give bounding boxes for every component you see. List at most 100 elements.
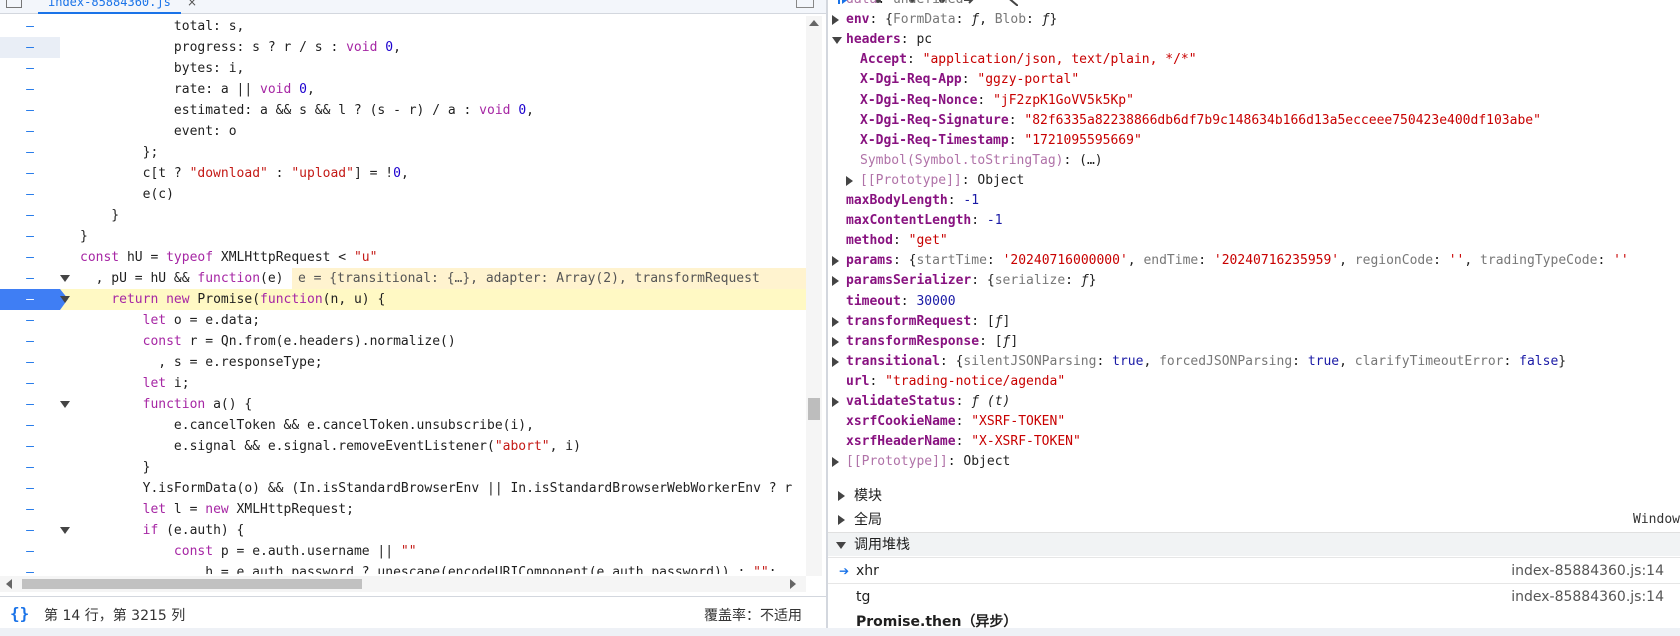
line-gutter[interactable]: – [0,457,60,478]
close-tab-icon[interactable]: × [187,0,197,9]
line-gutter[interactable]: – [0,268,60,289]
frame-location-link[interactable]: index-85884360.js:14 [1511,558,1664,585]
fold-triangle-icon[interactable] [60,296,70,303]
expand-triangle-icon[interactable] [832,276,839,287]
scope-property[interactable]: X-Dgi-Req-Nonce: "jF2zpK1GoVV5k5Kp" [828,91,1680,111]
line-gutter[interactable]: – [0,436,60,457]
fold-triangle-icon[interactable] [60,401,70,408]
breakpoint-marker[interactable]: – [0,289,68,310]
code-line[interactable]: – } [0,457,806,478]
scope-property[interactable]: xsrfCookieName: "XSRF-TOKEN" [828,412,1680,432]
code-line[interactable]: –} [0,226,806,247]
code-line[interactable]: – , h = e.auth.password ? unescape(encod… [0,562,806,574]
scope-property[interactable]: params: {startTime: '20240716000000', en… [828,251,1680,271]
line-gutter[interactable]: – [0,415,60,436]
line-gutter[interactable]: – [0,373,60,394]
collapse-triangle-icon[interactable] [836,542,846,549]
scope-property[interactable]: url: "trading-notice/agenda" [828,372,1680,392]
code-line[interactable]: – if (e.auth) { [0,520,806,541]
line-gutter[interactable]: – [0,142,60,163]
call-stack-frame[interactable]: tg index-85884360.js:14 [828,583,1680,610]
horizontal-scrollbar[interactable] [0,576,806,592]
line-gutter[interactable]: – [0,352,60,373]
code-line[interactable]: – total: s, [0,16,806,37]
scroll-right-icon[interactable] [790,579,796,589]
line-gutter[interactable]: – [0,37,60,58]
scope-property[interactable]: Accept: "application/json, text/plain, *… [828,50,1680,70]
scope-property[interactable]: maxContentLength: -1 [828,211,1680,231]
coverage-status[interactable]: 覆盖率：不适用 [704,605,802,625]
code-line[interactable]: – bytes: i, [0,58,806,79]
code-line[interactable]: – let l = new XMLHttpRequest; [0,499,806,520]
line-gutter[interactable]: – [0,226,60,247]
scope-property[interactable]: X-Dgi-Req-App: "ggzy-portal" [828,70,1680,90]
fold-triangle-icon[interactable] [60,527,70,534]
code-line[interactable]: – e.cancelToken && e.cancelToken.unsubsc… [0,415,806,436]
expand-triangle-icon[interactable] [832,316,839,327]
code-line[interactable]: – estimated: a && s && l ? (s - r) / a :… [0,100,806,121]
line-gutter[interactable]: – [0,562,60,574]
vertical-scroll-thumb[interactable] [808,398,820,420]
line-gutter[interactable]: – [0,499,60,520]
fold-triangle-icon[interactable] [60,275,70,282]
expand-triangle-icon[interactable] [838,515,845,525]
scope-section-module[interactable]: 模块 [828,484,1680,508]
code-line[interactable]: – c[t ? "download" : "upload"] = !0, [0,163,806,184]
scope-property[interactable]: transformResponse: [ƒ] [828,332,1680,352]
collapse-triangle-icon[interactable] [832,37,842,45]
scope-property[interactable]: data: undefined [828,0,1680,10]
scroll-left-icon[interactable] [6,579,12,589]
scope-property[interactable]: Symbol(Symbol.toStringTag): (…) [828,151,1680,171]
line-gutter[interactable]: – [0,121,60,142]
scope-property[interactable]: X-Dgi-Req-Signature: "82f6335a82238866db… [828,111,1680,131]
scope-property[interactable]: env: {FormData: ƒ, Blob: ƒ} [828,10,1680,30]
scope-property[interactable]: transformRequest: [ƒ] [828,312,1680,332]
expand-triangle-icon[interactable] [832,336,839,347]
line-gutter[interactable]: – [0,205,60,226]
scope-property[interactable]: maxBodyLength: -1 [828,191,1680,211]
line-gutter[interactable]: – [0,310,60,331]
scope-property[interactable]: method: "get" [828,231,1680,251]
call-stack-frame[interactable]: ➔ xhr index-85884360.js:14 [828,557,1680,584]
code-line[interactable]: – e(c) [0,184,806,205]
scope-property[interactable]: headers: pc [828,30,1680,50]
code-line[interactable]: – e.signal && e.signal.removeEventListen… [0,436,806,457]
code-line[interactable]: – function a() { [0,394,806,415]
code-line[interactable]: – Y.isFormData(o) && (In.isStandardBrows… [0,478,806,499]
scope-property[interactable]: paramsSerializer: {serialize: ƒ} [828,271,1680,291]
expand-triangle-icon[interactable] [832,356,839,367]
line-gutter[interactable]: – [0,478,60,499]
expand-triangle-icon[interactable] [832,397,839,407]
file-tab[interactable]: index-85884360.js [38,0,181,14]
code-line[interactable]: – let i; [0,373,806,394]
code-line[interactable]: – event: o [0,121,806,142]
code-line[interactable]: – , s = e.responseType; [0,352,806,373]
line-gutter[interactable]: – [0,331,60,352]
toggle-navigator-icon[interactable] [6,0,22,8]
code-line[interactable]: – , pU = hU && function(e) {e = {transit… [0,268,806,289]
code-line[interactable]: – let o = e.data; [0,310,806,331]
line-gutter[interactable]: – [0,184,60,205]
paused-code-line[interactable]: – return new Promise(function(n, u) { [0,289,806,310]
line-gutter[interactable]: – [0,58,60,79]
expand-triangle-icon[interactable] [838,491,845,501]
code-line[interactable]: – rate: a || void 0, [0,79,806,100]
scroll-up-icon[interactable] [809,20,819,26]
code-line[interactable]: – const hU = typeof XMLHttpRequest < "u" [0,247,806,268]
line-gutter[interactable]: – [0,100,60,121]
call-stack-header[interactable]: 调用堆栈 [828,532,1680,556]
code-line[interactable]: – } [0,205,806,226]
vertical-scrollbar[interactable] [806,16,822,576]
frame-location-link[interactable]: index-85884360.js:14 [1511,584,1664,611]
scope-property[interactable]: X-Dgi-Req-Timestamp: "1721095595669" [828,131,1680,151]
code-line[interactable]: – }; [0,142,806,163]
line-gutter[interactable]: – [0,394,60,415]
expand-triangle-icon[interactable] [832,15,839,26]
line-gutter[interactable]: – [0,520,60,541]
line-gutter[interactable]: – [0,247,60,268]
line-gutter[interactable]: – [0,163,60,184]
expand-triangle-icon[interactable] [832,256,839,267]
toggle-debugger-icon[interactable] [796,0,814,8]
code-line[interactable]: – const p = e.auth.username || "" [0,541,806,562]
expand-triangle-icon[interactable] [832,457,839,468]
